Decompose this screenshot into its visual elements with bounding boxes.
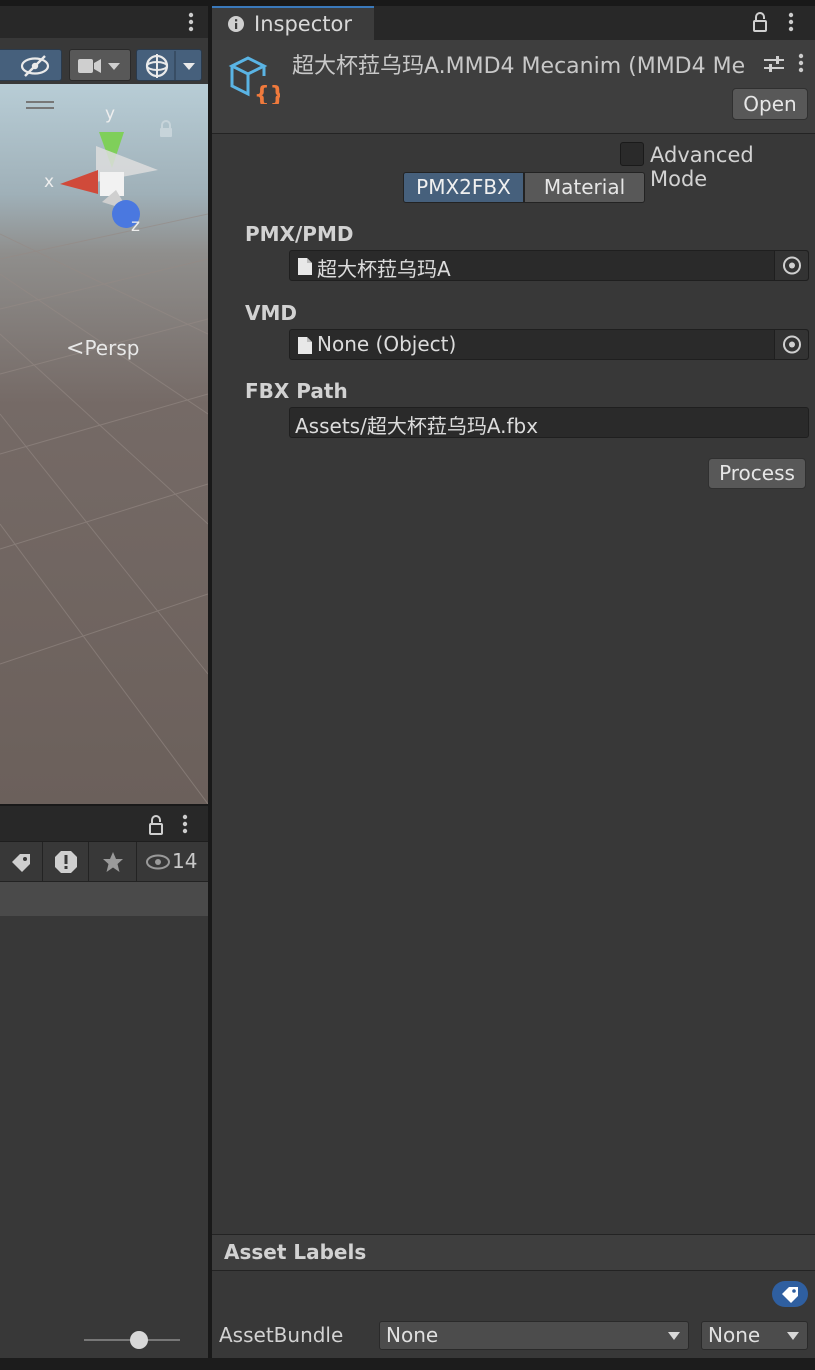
- project-footer: [0, 1322, 208, 1358]
- tag-icon: [782, 1287, 798, 1303]
- project-search-strip[interactable]: [0, 882, 208, 916]
- assetbundle-label: AssetBundle: [219, 1323, 344, 1347]
- project-header: [0, 806, 208, 842]
- fbx-section-label: FBX Path: [245, 379, 348, 403]
- assetbundle-name-dropdown[interactable]: None: [379, 1321, 689, 1350]
- open-button[interactable]: Open: [732, 88, 808, 120]
- icon-size-slider-thumb[interactable]: [130, 1331, 148, 1349]
- info-icon: [228, 16, 244, 32]
- gizmo-z-label: z: [131, 216, 140, 236]
- persp-text: Persp: [84, 336, 140, 360]
- asset-menu-icon[interactable]: [798, 53, 804, 73]
- eye-icon[interactable]: [145, 853, 171, 871]
- svg-text:{}: {}: [254, 83, 280, 104]
- gizmo-orbit-icon: [145, 51, 195, 81]
- tab-pmx2fbx[interactable]: PMX2FBX: [403, 172, 524, 203]
- vmd-object-picker[interactable]: [774, 330, 808, 359]
- document-icon: [298, 337, 312, 354]
- inspector-menu-icon[interactable]: [788, 12, 794, 32]
- gizmo-x-label: x: [44, 172, 55, 192]
- vmd-value: None (Object): [317, 332, 457, 356]
- assetbundle-name-value: None: [386, 1323, 439, 1347]
- advanced-mode-label: Advanced Mode: [650, 143, 754, 191]
- label-filter-icon[interactable]: [10, 852, 32, 872]
- scene-view-panel: y x z <Persp: [0, 6, 208, 804]
- target-picker-icon: [783, 335, 801, 354]
- vmd-section-label: VMD: [245, 301, 297, 325]
- visible-count: 14: [172, 849, 198, 873]
- camera-icon: [78, 59, 120, 73]
- asset-labels-header[interactable]: Asset Labels: [212, 1234, 815, 1271]
- assetbundle-variant-value: None: [708, 1323, 761, 1347]
- preset-sliders-icon[interactable]: [764, 54, 784, 74]
- scene-menu-icon[interactable]: [188, 12, 194, 32]
- asset-title: 超大杯菈乌玛A.MMD4 Mecanim (MMD4 Me: [292, 54, 746, 79]
- advanced-mode-checkbox[interactable]: [620, 142, 644, 166]
- scene-orientation-gizmo[interactable]: y x z: [36, 102, 166, 236]
- vmd-object-field[interactable]: None (Object): [289, 329, 809, 360]
- asset-labels-title: Asset Labels: [224, 1240, 367, 1264]
- star-favorite-icon[interactable]: [102, 851, 124, 873]
- project-panel: 14: [0, 806, 208, 1358]
- lock-icon[interactable]: [148, 815, 164, 835]
- tab-inspector[interactable]: Inspector: [212, 6, 374, 40]
- inspector-tab-label: Inspector: [254, 12, 352, 36]
- fbx-path-value: Assets/超大杯菈乌玛A.fbx: [295, 414, 539, 438]
- project-toolbar: 14: [0, 842, 208, 882]
- scene-visibility-button[interactable]: [0, 49, 62, 81]
- add-label-button[interactable]: [772, 1281, 808, 1307]
- document-icon: [298, 258, 312, 275]
- pmx-object-picker[interactable]: [774, 251, 808, 280]
- fbx-path-input[interactable]: Assets/超大杯菈乌玛A.fbx: [289, 407, 809, 438]
- pmx-object-field[interactable]: 超大杯菈乌玛A: [289, 250, 809, 281]
- pmx-section-label: PMX/PMD: [245, 222, 354, 246]
- tab-material[interactable]: Material: [524, 172, 645, 203]
- warning-filter-icon[interactable]: [54, 850, 78, 874]
- status-bar: [0, 1358, 815, 1370]
- chevron-down-icon: [668, 1332, 680, 1340]
- pmx-value: 超大杯菈乌玛A: [317, 257, 451, 281]
- inspector-lock-icon[interactable]: [752, 12, 768, 32]
- projection-label[interactable]: <Persp: [66, 336, 139, 361]
- scene-gizmos-button[interactable]: [136, 49, 202, 81]
- chevron-left-icon: <: [66, 336, 85, 361]
- chevron-down-icon: [787, 1332, 799, 1340]
- axis-gizmo-icon: [60, 132, 158, 228]
- hidden-eye-icon: [20, 55, 50, 77]
- scene-toolbar: [0, 38, 208, 90]
- gizmo-y-label: y: [105, 104, 116, 124]
- script-asset-icon: {}: [228, 54, 280, 104]
- scene-camera-button[interactable]: [69, 49, 131, 81]
- asset-header: {} 超大杯菈乌玛A.MMD4 Mecanim (MMD4 Me Open: [212, 40, 815, 134]
- process-button[interactable]: Process: [708, 458, 806, 489]
- assetbundle-variant-dropdown[interactable]: None: [701, 1321, 808, 1350]
- project-menu-icon[interactable]: [182, 814, 188, 834]
- target-picker-icon: [783, 256, 801, 275]
- scene-viewport[interactable]: y x z <Persp: [0, 84, 208, 804]
